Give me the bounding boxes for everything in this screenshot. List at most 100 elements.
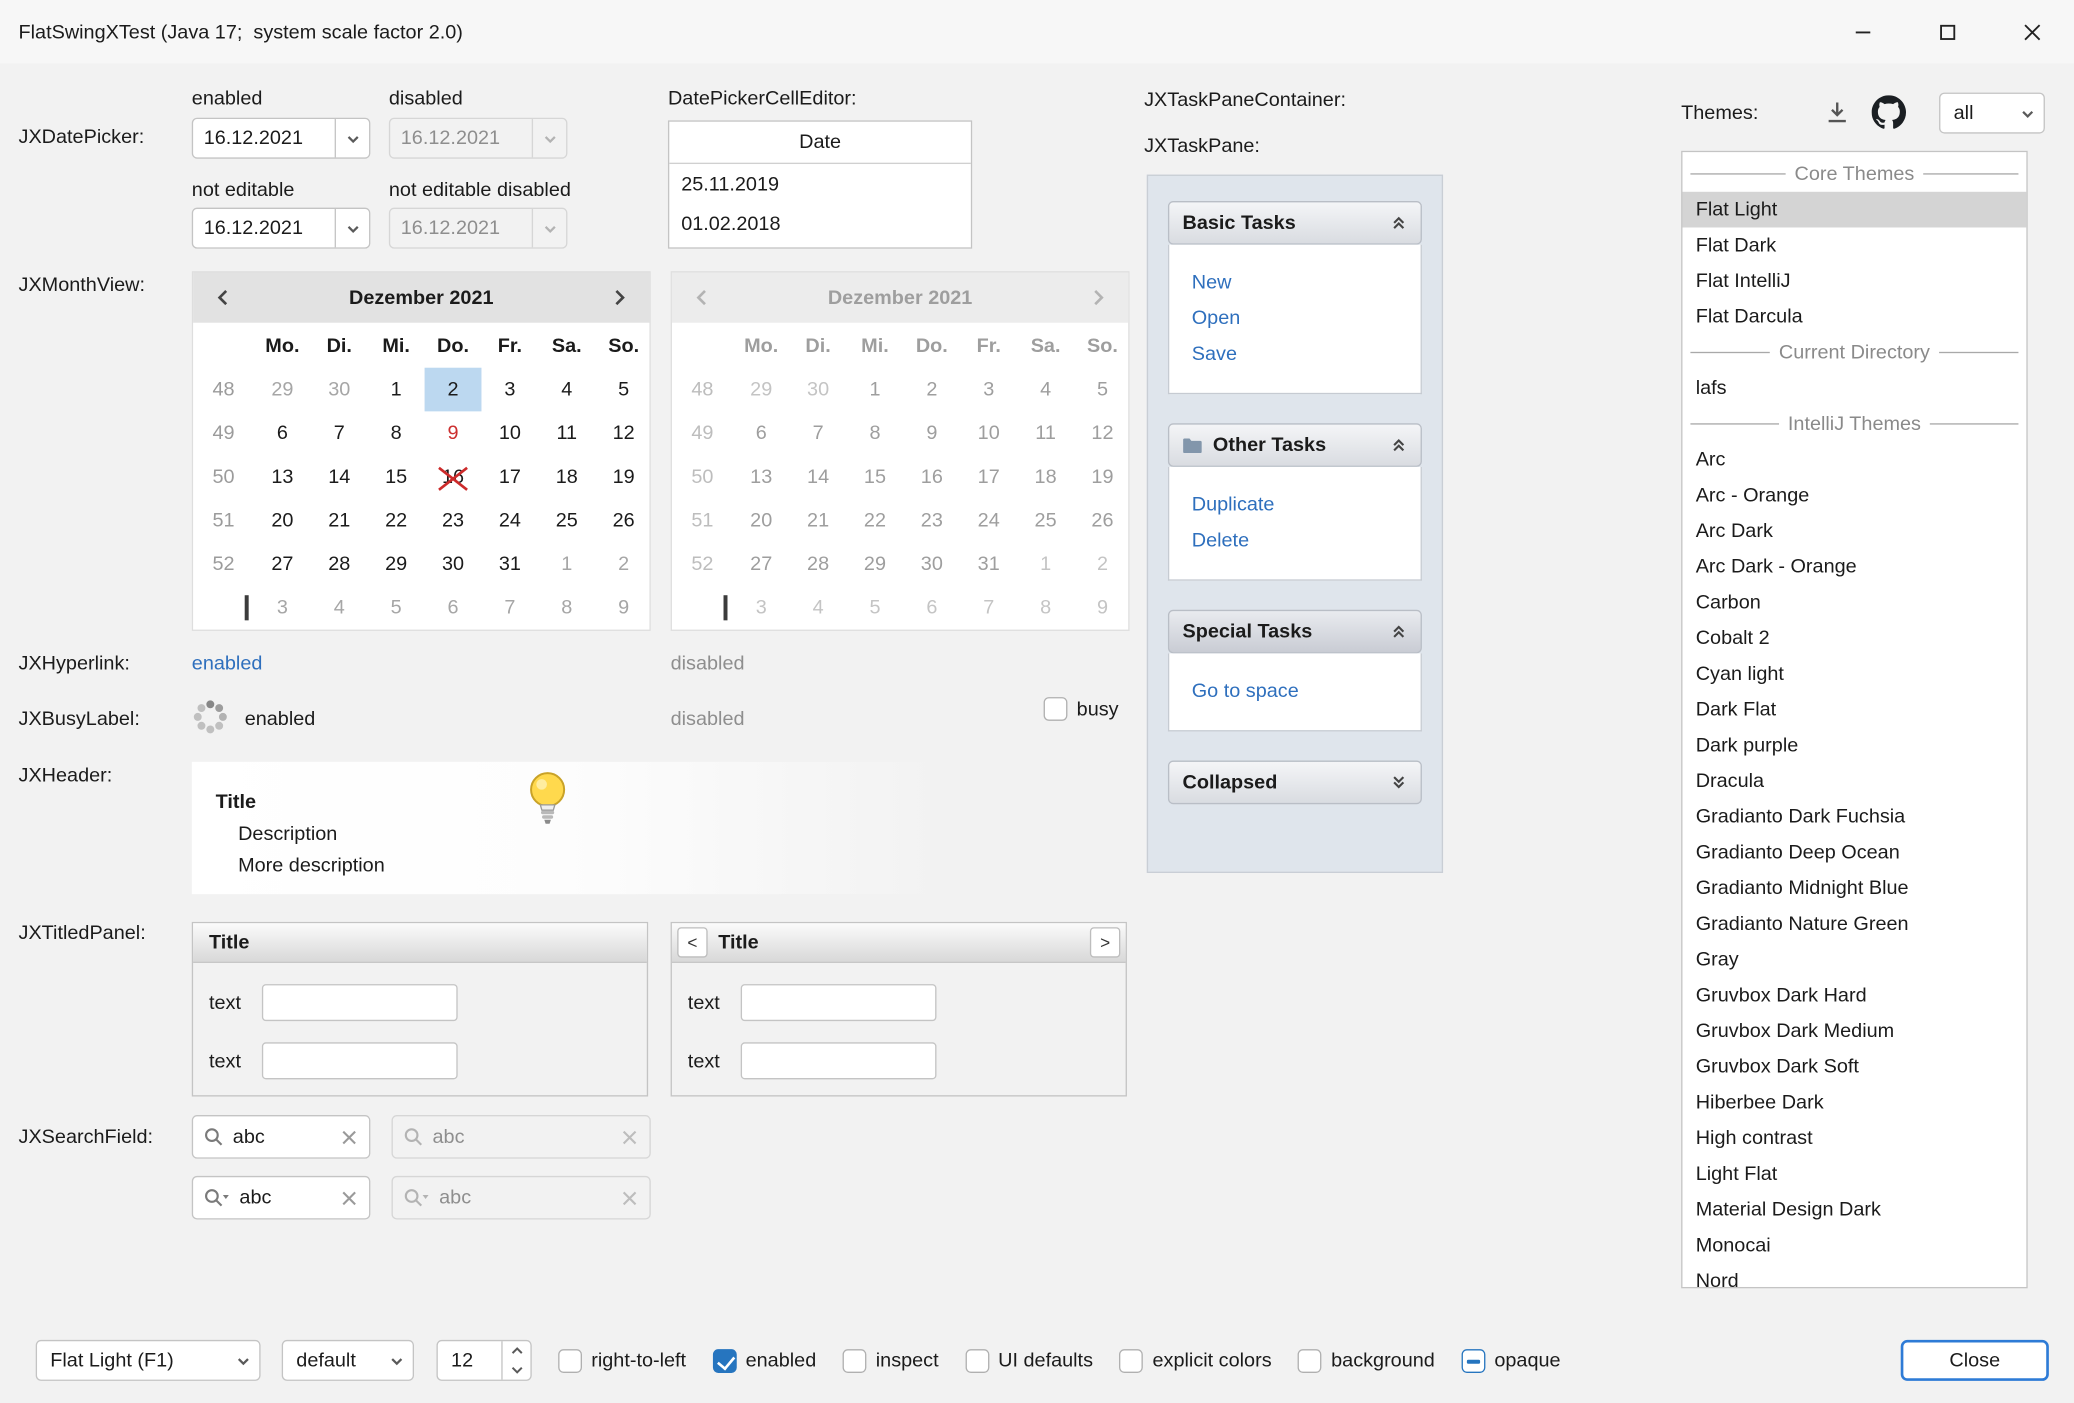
datepicker-dropdown-button[interactable] [335, 119, 369, 157]
theme-item[interactable]: Dark Flat [1682, 692, 2026, 728]
day-cell[interactable]: 14 [311, 455, 368, 499]
day-cell[interactable]: 2 [595, 542, 652, 586]
day-cell[interactable]: 9 [595, 586, 652, 630]
day-cell[interactable]: 5 [595, 368, 652, 412]
close-button[interactable]: Close [1901, 1340, 2049, 1381]
taskpane-header[interactable]: Special Tasks [1168, 610, 1422, 654]
day-cell[interactable]: 12 [595, 411, 652, 455]
day-cell[interactable]: 28 [311, 542, 368, 586]
theme-item[interactable]: Gradianto Nature Green [1682, 906, 2026, 942]
checkbox-box[interactable] [965, 1348, 989, 1372]
day-cell[interactable]: 1 [368, 368, 425, 412]
datepicker-dropdown-button[interactable] [335, 209, 369, 247]
checkbox-box[interactable] [1298, 1348, 1322, 1372]
day-cell[interactable]: 30 [425, 542, 482, 586]
checkbox-box[interactable] [1044, 697, 1068, 721]
theme-item[interactable]: Dark purple [1682, 727, 2026, 763]
day-cell[interactable]: 6 [425, 586, 482, 630]
theme-item[interactable]: Gradianto Deep Ocean [1682, 835, 2026, 871]
spinner-value[interactable]: 12 [438, 1349, 501, 1371]
theme-item[interactable]: Nord [1682, 1263, 2026, 1288]
style-combobox[interactable]: default [282, 1340, 414, 1381]
table-row[interactable]: 01.02.2018 [669, 204, 971, 244]
day-cell[interactable]: 29 [254, 368, 311, 412]
day-cell[interactable]: 31 [481, 542, 538, 586]
clear-icon[interactable] [341, 1190, 357, 1206]
theme-item[interactable]: Arc [1682, 442, 2026, 478]
theme-item[interactable]: Dracula [1682, 763, 2026, 799]
search-menu-icon[interactable] [204, 1188, 230, 1208]
theme-item[interactable]: Light Flat [1682, 1156, 2026, 1192]
prev-button[interactable]: < [677, 927, 707, 957]
checkbox-ui-defaults[interactable]: UI defaults [965, 1348, 1093, 1372]
checkbox-box[interactable] [843, 1348, 867, 1372]
day-cell[interactable]: 27 [254, 542, 311, 586]
theme-item[interactable]: Carbon [1682, 585, 2026, 621]
theme-item[interactable]: Arc Dark - Orange [1682, 549, 2026, 585]
day-cell[interactable]: 8 [538, 586, 595, 630]
day-cell[interactable]: 10 [481, 411, 538, 455]
day-cell[interactable]: 19 [595, 455, 652, 499]
checkbox-inspect[interactable]: inspect [843, 1348, 939, 1372]
search-input[interactable]: abc [224, 1126, 342, 1148]
close-window-button[interactable] [1989, 0, 2074, 63]
next-button[interactable]: > [1090, 927, 1120, 957]
day-cell[interactable]: 26 [595, 499, 652, 543]
maximize-button[interactable] [1905, 0, 1990, 63]
task-link[interactable]: Open [1192, 300, 1421, 336]
text-input[interactable] [262, 1042, 458, 1079]
day-cell[interactable]: 5 [368, 586, 425, 630]
theme-item[interactable]: Cobalt 2 [1682, 620, 2026, 656]
day-cell[interactable]: 21 [311, 499, 368, 543]
task-link[interactable]: New [1192, 265, 1421, 301]
hyperlink-enabled[interactable]: enabled [192, 652, 263, 674]
taskpane-header[interactable]: Other Tasks [1168, 423, 1422, 467]
search-input[interactable]: abc [230, 1186, 341, 1208]
theme-item[interactable]: Flat IntelliJ [1682, 263, 2026, 299]
day-cell[interactable]: 1 [538, 542, 595, 586]
busy-checkbox[interactable]: busy [1044, 697, 1119, 721]
checkbox-box[interactable] [558, 1348, 582, 1372]
clear-icon[interactable] [341, 1129, 357, 1145]
theme-item[interactable]: Gradianto Midnight Blue [1682, 870, 2026, 906]
day-cell[interactable]: 6 [254, 411, 311, 455]
day-cell[interactable]: 13 [254, 455, 311, 499]
day-cell[interactable]: 7 [311, 411, 368, 455]
theme-item[interactable]: Gray [1682, 942, 2026, 978]
table-row[interactable]: 25.11.2019 [669, 164, 971, 204]
text-input[interactable] [741, 1042, 937, 1079]
checkbox-box[interactable] [1461, 1348, 1485, 1372]
theme-item[interactable]: Material Design Dark [1682, 1192, 2026, 1228]
theme-item[interactable]: Flat Darcula [1682, 299, 2026, 335]
theme-item[interactable]: Gruvbox Dark Medium [1682, 1013, 2026, 1049]
checkbox-enabled[interactable]: enabled [713, 1348, 817, 1372]
day-cell[interactable]: 16 [425, 455, 482, 499]
day-cell[interactable]: 8 [368, 411, 425, 455]
theme-item[interactable]: High contrast [1682, 1120, 2026, 1156]
theme-item[interactable]: Monocai [1682, 1227, 2026, 1263]
spinner-down-button[interactable] [503, 1360, 531, 1379]
checkbox-right-to-left[interactable]: right-to-left [558, 1348, 686, 1372]
datepicker-value[interactable]: 16.12.2021 [193, 127, 335, 149]
day-cell[interactable]: 3 [254, 586, 311, 630]
prev-month-button[interactable] [193, 287, 254, 308]
checkbox-box[interactable] [1119, 1348, 1143, 1372]
day-cell[interactable]: 11 [538, 411, 595, 455]
taskpane-header[interactable]: Collapsed [1168, 761, 1422, 805]
github-button[interactable] [1872, 95, 1906, 135]
theme-item[interactable]: Gruvbox Dark Hard [1682, 977, 2026, 1013]
chevron-down-icon[interactable] [1390, 774, 1407, 791]
themes-filter-combobox[interactable]: all [1939, 93, 2045, 134]
next-month-button[interactable] [589, 287, 650, 308]
day-cell[interactable]: 25 [538, 499, 595, 543]
chevron-up-icon[interactable] [1390, 623, 1407, 640]
day-cell[interactable]: 4 [311, 586, 368, 630]
theme-item[interactable]: Cyan light [1682, 656, 2026, 692]
task-link[interactable]: Go to space [1192, 673, 1421, 709]
minimize-button[interactable] [1820, 0, 1905, 63]
theme-item[interactable]: Arc Dark [1682, 513, 2026, 549]
day-cell[interactable]: 23 [425, 499, 482, 543]
day-cell[interactable]: 2 [425, 368, 482, 412]
taskpane-header[interactable]: Basic Tasks [1168, 201, 1422, 245]
theme-item[interactable]: Hiberbee Dark [1682, 1085, 2026, 1121]
